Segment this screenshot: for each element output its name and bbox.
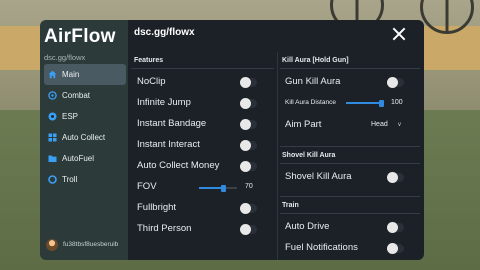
grid-icon xyxy=(48,133,57,142)
gun-kill-aura-toggle[interactable] xyxy=(387,77,404,88)
fuel-notifications-label: Fuel Notifications xyxy=(285,242,358,253)
sidebar-item-label: ESP xyxy=(62,112,79,121)
infinite-jump-label: Infinite Jump xyxy=(137,97,191,108)
header-link[interactable]: dsc.gg/flowx xyxy=(134,27,195,38)
fuel-notifications-toggle[interactable] xyxy=(387,243,404,254)
instant-bandage-row: Instant Bandage xyxy=(137,118,206,129)
folder-icon xyxy=(48,154,57,163)
sidebar-item-troll[interactable]: Troll xyxy=(44,169,126,190)
auto-drive-toggle[interactable] xyxy=(387,222,404,233)
section-divider xyxy=(280,68,420,69)
noclip-toggle[interactable] xyxy=(240,77,257,88)
shovel-kill-aura-title: Shovel Kill Aura xyxy=(282,152,336,159)
aim-part-label: Aim Part xyxy=(285,119,322,130)
sidebar-item-auto-collect[interactable]: Auto Collect xyxy=(44,127,126,148)
shovel-kill-aura-toggle[interactable] xyxy=(387,172,404,183)
fullbright-row: Fullbright xyxy=(137,202,176,213)
sidebar-item-label: Troll xyxy=(62,175,78,184)
auto-drive-row: Auto Drive xyxy=(285,221,329,232)
section-divider xyxy=(131,68,274,69)
chevron-down-icon[interactable]: v xyxy=(398,122,401,128)
auto-collect-money-toggle[interactable] xyxy=(240,161,257,172)
kill-aura-distance-value: 100 xyxy=(391,99,403,106)
kill-aura-distance-fill xyxy=(346,102,382,104)
section-divider xyxy=(280,196,420,197)
shovel-kill-aura-label: Shovel Kill Aura xyxy=(285,171,352,182)
column-divider xyxy=(277,52,278,260)
home-icon xyxy=(48,70,57,79)
fov-slider-handle[interactable] xyxy=(221,184,226,192)
avatar xyxy=(46,239,58,251)
fuel-notifications-row: Fuel Notifications xyxy=(285,242,358,253)
section-divider xyxy=(280,213,420,214)
instant-interact-toggle[interactable] xyxy=(240,140,257,151)
fov-slider[interactable] xyxy=(199,184,237,192)
kill-aura-title: Kill Aura [Hold Gun] xyxy=(282,57,349,64)
noclip-label: NoClip xyxy=(137,76,166,87)
sidebar-item-label: Auto Collect xyxy=(62,133,106,142)
instant-bandage-label: Instant Bandage xyxy=(137,118,207,129)
close-icon[interactable] xyxy=(392,27,406,41)
auto-collect-money-row: Auto Collect Money xyxy=(137,160,219,171)
fov-value: 70 xyxy=(245,183,253,190)
section-divider xyxy=(280,163,420,164)
aim-part-select[interactable]: Head xyxy=(371,121,388,128)
kill-aura-distance-slider[interactable] xyxy=(346,99,384,107)
auto-drive-label: Auto Drive xyxy=(285,221,330,232)
kill-aura-distance-label: Kill Aura Distance xyxy=(285,99,336,106)
third-person-row: Third Person xyxy=(137,223,191,234)
fullbright-toggle[interactable] xyxy=(240,203,257,214)
fov-row: FOV xyxy=(137,181,157,192)
eye-icon xyxy=(48,112,57,121)
gun-kill-aura-row: Gun Kill Aura xyxy=(285,76,340,87)
third-person-label: Third Person xyxy=(137,223,192,234)
sidebar-item-main[interactable]: Main xyxy=(44,64,126,85)
infinite-jump-toggle[interactable] xyxy=(240,98,257,109)
fullbright-label: Fullbright xyxy=(137,202,177,213)
section-divider xyxy=(280,146,420,147)
sidebar-item-esp[interactable]: ESP xyxy=(44,106,126,127)
aim-part-row: Aim Part xyxy=(285,119,321,130)
sidebar-item-autofuel[interactable]: AutoFuel xyxy=(44,148,126,169)
noclip-row: NoClip xyxy=(137,76,166,87)
features-title: Features xyxy=(134,57,164,64)
circle-icon xyxy=(48,175,57,184)
sidebar-item-label: Main xyxy=(62,70,80,79)
instant-interact-label: Instant Interact xyxy=(137,139,200,150)
auto-collect-money-label: Auto Collect Money xyxy=(137,160,220,171)
sidebar-item-label: AutoFuel xyxy=(62,154,95,163)
app-subtitle: dsc.gg/flowx xyxy=(44,53,86,62)
shovel-kill-aura-row: Shovel Kill Aura xyxy=(285,171,352,182)
kill-aura-distance-handle[interactable] xyxy=(379,99,384,107)
fov-label: FOV xyxy=(137,181,157,192)
crosshair-icon xyxy=(48,91,57,100)
sidebar-item-combat[interactable]: Combat xyxy=(44,85,126,106)
instant-interact-row: Instant Interact xyxy=(137,139,200,150)
app-title: AirFlow xyxy=(44,26,116,47)
train-title: Train xyxy=(282,202,299,209)
gun-kill-aura-label: Gun Kill Aura xyxy=(285,76,341,87)
username: fu38tbsf8uesberuib xyxy=(63,241,119,248)
sidebar-item-label: Combat xyxy=(62,91,91,100)
sidebar-nav: Main Combat ESP Auto Collect AutoFuel Tr… xyxy=(44,64,126,190)
fov-slider-fill xyxy=(199,187,223,189)
third-person-toggle[interactable] xyxy=(240,224,257,235)
infinite-jump-row: Infinite Jump xyxy=(137,97,191,108)
instant-bandage-toggle[interactable] xyxy=(240,119,257,130)
